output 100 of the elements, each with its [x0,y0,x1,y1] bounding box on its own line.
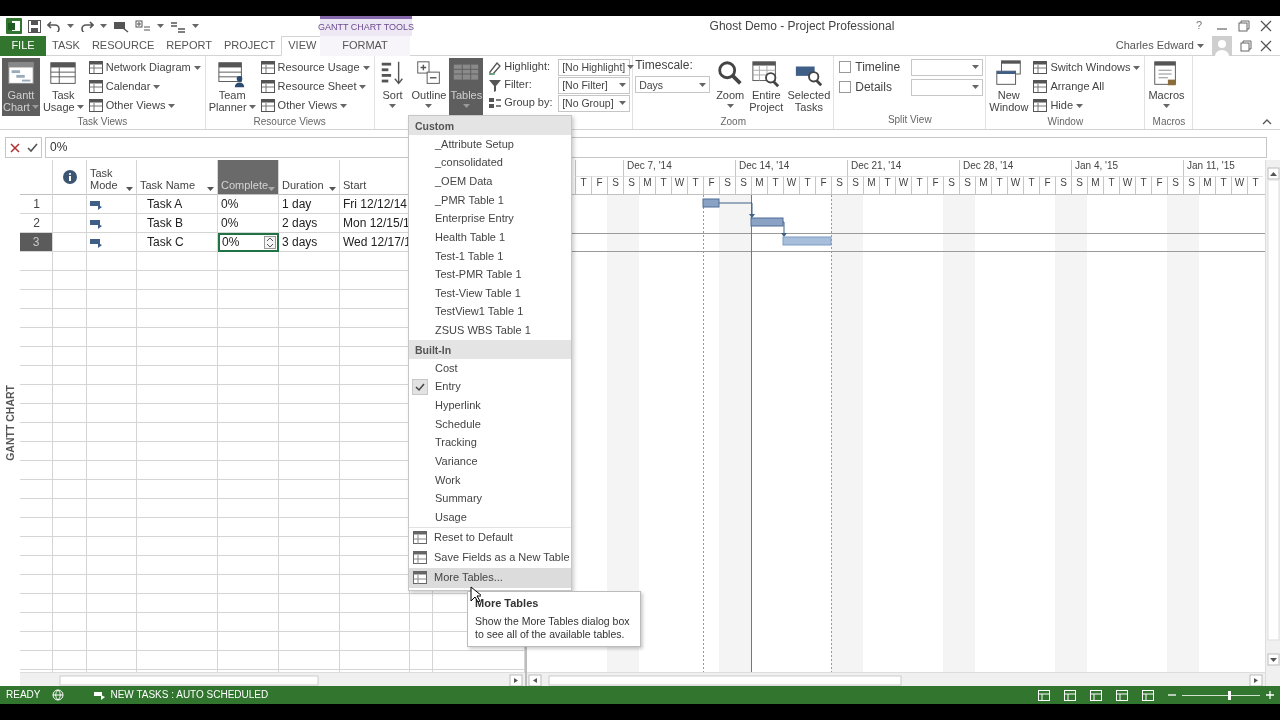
menu-item[interactable]: Test-View Table 1 [409,284,571,303]
account-button[interactable]: Charles Edward [1115,38,1204,53]
ribbon-button[interactable]: Entire Project [748,58,785,116]
menu-item[interactable]: _Attribute Setup [409,135,571,154]
view-icon[interactable] [1090,689,1102,701]
checkbox-label[interactable]: Details [855,79,908,95]
ribbon-button[interactable]: Tables [449,58,484,116]
ribbon-button[interactable]: New Window [988,58,1030,116]
view-icon[interactable] [1142,689,1154,701]
sheet-icon [1033,61,1048,74]
row-header[interactable]: 2 [20,214,53,233]
ribbon-button[interactable]: Resource Sheet [258,77,372,96]
help-button[interactable]: ? [1191,19,1206,33]
menu-item[interactable]: Reset to Default [409,527,571,548]
close-icon[interactable] [1260,39,1272,52]
horizontal-scrollbar[interactable] [527,672,1265,686]
checkbox[interactable] [839,61,852,73]
menu-item[interactable]: Entry [409,377,571,397]
ribbon-button[interactable]: Task Usage [41,58,85,116]
zoom-in-icon[interactable] [1266,691,1274,699]
menu-item[interactable]: _OEM Data [409,172,571,191]
spinner-icon[interactable] [264,236,276,249]
checkbox-label[interactable]: Timeline [855,59,908,75]
row-header[interactable]: 3 [20,233,53,252]
outline-icon[interactable] [135,19,151,33]
toolbar-icon[interactable] [113,19,129,33]
ribbon-button[interactable]: Network Diagram [86,58,203,77]
view-icon[interactable] [1064,689,1076,701]
menu-item[interactable]: Test-1 Table 1 [409,246,571,266]
ribbon-button[interactable]: Sort [376,58,409,116]
sheet-icon [1033,80,1048,93]
ribbon-tab[interactable]: PROJECT [217,36,282,56]
ribbon-tab[interactable]: RESOURCE [85,36,161,56]
menu-item[interactable]: More Tables... [409,567,571,588]
restore-icon[interactable] [1238,20,1250,32]
menu-item[interactable]: Save Fields as a New Table [409,547,571,568]
checkbox[interactable] [839,81,852,93]
timescale-day: M [639,175,655,194]
zoom-slider[interactable] [1182,690,1260,700]
check-icon[interactable] [26,142,38,153]
ribbon-button[interactable]: Outline [410,58,448,116]
ribbon-button[interactable]: Zoom [714,58,747,116]
field-label: Timescale: [635,58,693,73]
horizontal-scrollbar[interactable] [20,672,525,686]
slider-thumb[interactable] [1227,690,1231,700]
project-logo-icon[interactable] [6,18,22,34]
undo-icon[interactable] [47,20,61,32]
ribbon-button[interactable]: Other Views [258,96,372,115]
ribbon-button[interactable]: Selected Tasks [786,58,832,116]
zoom-out-icon[interactable] [1168,691,1176,699]
active-cell[interactable]: 0% [218,233,279,252]
menu-item[interactable]: Hyperlink [409,396,571,415]
view-icon[interactable] [1038,689,1050,701]
dropdown[interactable]: [No Highlight] [558,58,631,76]
timescale-day: F [815,175,831,194]
menu-item[interactable]: ZSUS WBS Table 1 [409,321,571,341]
timescale-day: S [1055,175,1071,194]
timescale-day: S [943,175,959,194]
view-icon[interactable] [1116,689,1128,701]
collapse-ribbon-icon[interactable] [1262,119,1272,125]
ribbon-button[interactable]: Calendar [86,77,203,96]
menu-item[interactable]: TestView1 Table 1 [409,302,571,322]
ribbon-tab[interactable]: FILE [0,36,46,56]
menu-item[interactable]: Variance [409,452,571,471]
menu-item[interactable]: Work [409,470,571,490]
dropdown[interactable]: [No Filter] [558,76,631,94]
dropdown[interactable]: [No Group] [558,94,631,112]
ribbon-button[interactable]: Switch Windows [1031,58,1143,77]
ribbon-button[interactable]: Macros [1147,58,1186,116]
menu-item[interactable]: Tracking [409,433,571,453]
caret-icon [1163,104,1170,108]
column-header[interactable]: Complete [218,160,279,195]
dropdown[interactable]: Days [635,76,711,94]
row-header[interactable]: 1 [20,195,53,214]
ribbon-tab[interactable]: REPORT [160,36,218,56]
table-cell-text: 0% [220,196,240,214]
menu-item[interactable]: Cost [409,359,571,378]
close-icon[interactable] [1260,20,1272,32]
menu-item[interactable]: Test-PMR Table 1 [409,265,571,285]
menu-item[interactable]: Enterprise Entry [409,209,571,229]
vertical-scrollbar[interactable] [1265,160,1280,686]
ribbon-tab[interactable]: FORMAT [320,36,410,56]
new-tasks-button[interactable]: NEW TASKS : AUTO SCHEDULED [94,689,269,701]
ribbon-tab[interactable]: TASK [46,36,86,56]
ribbon-button[interactable]: Hide [1031,96,1143,115]
menu-item[interactable]: Summary [409,489,571,509]
ribbon-button[interactable]: Other Views [86,96,203,115]
ribbon-button[interactable]: Gantt Chart [2,58,40,116]
save-icon[interactable] [28,19,41,33]
ribbon-button[interactable]: Resource Usage [258,58,372,77]
menu-item[interactable]: Schedule [409,414,571,434]
menu-item[interactable]: Usage [409,508,571,527]
ribbon-button[interactable]: Team Planner [207,58,257,116]
menu-item[interactable]: Health Table 1 [409,228,571,247]
restore-icon[interactable] [1240,39,1252,52]
globe-icon[interactable] [52,689,65,701]
cancel-icon[interactable] [9,142,20,153]
menu-item[interactable]: _PMR Table 1 [409,190,571,210]
redo-icon[interactable] [80,20,94,32]
ribbon-button[interactable]: Arrange All [1031,77,1143,96]
